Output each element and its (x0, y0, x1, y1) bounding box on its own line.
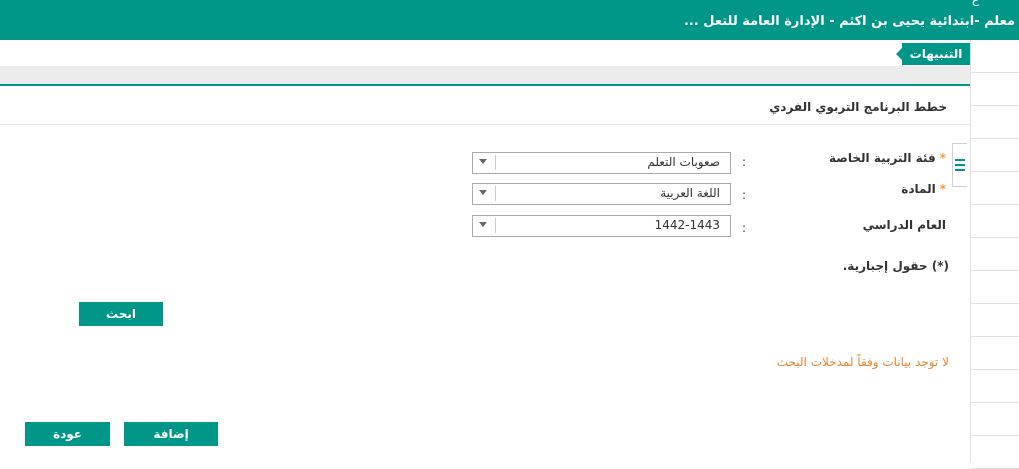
field-label-text: المادة (901, 182, 936, 196)
select-separator (495, 186, 496, 201)
header-title-fragment: ع (972, 0, 979, 6)
header-title[interactable]: معلم -ابتدائية يحيى بن اكثم - الإدارة ال… (684, 14, 1015, 29)
required-mark: * (939, 182, 946, 196)
field-colon: : (741, 155, 746, 169)
select-value: صعوبات التعلم (647, 155, 720, 169)
search-button[interactable]: ابحث (79, 302, 163, 326)
rail-row (971, 238, 1019, 271)
select-separator (495, 155, 496, 170)
select-separator (495, 218, 496, 233)
rail-row (971, 139, 1019, 172)
panel-divider (0, 124, 970, 125)
tab-alerts[interactable]: التنبيهات (896, 43, 970, 65)
rail-row (971, 205, 1019, 238)
no-data-message: لا توجد بيانات وفقاً لمدخلات البحث (776, 355, 949, 369)
rail-row (971, 403, 1019, 436)
toolbar-band (0, 66, 970, 84)
select-value: 1442-1443 (654, 218, 720, 232)
rail-row (971, 172, 1019, 205)
tab-alerts-label: التنبيهات (909, 47, 963, 61)
select-value: اللغة العربية (660, 186, 720, 200)
rail-row (971, 370, 1019, 403)
special-education-select[interactable]: صعوبات التعلم (472, 152, 731, 174)
required-mark: * (939, 151, 946, 165)
field-colon: : (741, 221, 746, 235)
field-label-special-education: *فئة التربية الخاصة (829, 151, 946, 165)
subject-select[interactable]: اللغة العربية (472, 183, 731, 205)
rail-row (971, 106, 1019, 139)
chevron-down-icon (479, 159, 487, 164)
field-label-subject: *المادة (901, 182, 946, 196)
field-colon: : (741, 188, 746, 202)
rail-row (971, 271, 1019, 304)
rail-row (971, 73, 1019, 106)
add-button[interactable]: إضافة (124, 422, 218, 446)
rail-row (971, 337, 1019, 370)
rail-row (971, 436, 1019, 469)
chevron-down-icon (479, 222, 487, 227)
back-button[interactable]: عودة (25, 422, 110, 446)
chevron-down-icon (479, 190, 487, 195)
right-side-rail (970, 40, 1019, 469)
menu-icon[interactable] (952, 143, 967, 187)
top-header-bar: ع معلم -ابتدائية يحيى بن اكثم - الإدارة … (0, 0, 1019, 40)
required-fields-note: (*) حقول إجبارية. (842, 259, 949, 273)
panel-accent-line (0, 84, 970, 86)
rail-row (971, 40, 1019, 73)
page-title: خطط البرنامج التربوي الفردي (769, 100, 947, 114)
field-label-text: العام الدراسي (862, 218, 946, 232)
rail-row (971, 304, 1019, 337)
academic-year-select[interactable]: 1442-1443 (472, 215, 731, 237)
field-label-text: فئة التربية الخاصة (829, 151, 936, 165)
menu-icon-glyph (955, 159, 965, 171)
field-label-academic-year: العام الدراسي (863, 218, 946, 232)
